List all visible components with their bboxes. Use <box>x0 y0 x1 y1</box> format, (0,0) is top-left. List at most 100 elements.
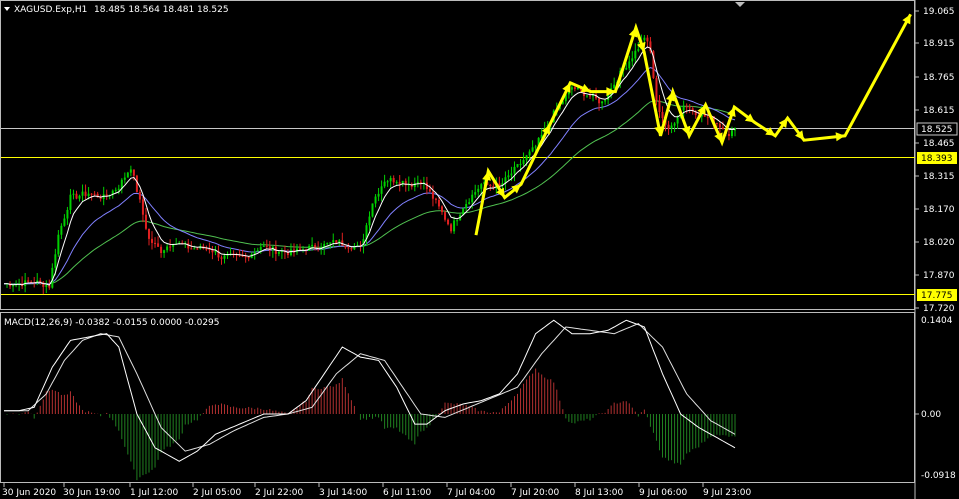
candle-body <box>416 181 419 184</box>
time-tick: 30 Jun 2020 <box>2 488 56 498</box>
price-tick: 18.020 <box>923 238 955 248</box>
candle-body <box>392 178 395 183</box>
projection-path <box>474 13 912 236</box>
time-tick: 2 Jul 22:00 <box>255 488 304 498</box>
candle-body <box>132 169 135 176</box>
candle-body <box>589 95 592 97</box>
time-tick: 6 Jul 11:00 <box>383 488 432 498</box>
candle-body <box>628 61 631 69</box>
candle-body <box>715 122 718 124</box>
candle-body <box>247 256 250 259</box>
macd-signal-line <box>4 323 736 452</box>
candle-body <box>105 194 108 196</box>
candle-body <box>631 58 634 62</box>
candle-body <box>637 49 640 51</box>
candle-body <box>468 202 471 205</box>
candle-body <box>658 100 661 112</box>
candle-body <box>187 243 190 249</box>
candle-body <box>510 173 513 176</box>
candle-body <box>431 191 434 199</box>
candle-body <box>730 130 733 137</box>
price-panel-frame <box>0 0 915 310</box>
candle-body <box>525 155 528 161</box>
candle-body <box>453 220 456 232</box>
candle-body <box>440 206 443 213</box>
time-tick: 7 Jul 20:00 <box>511 488 560 498</box>
candle-body <box>350 248 353 250</box>
candle-body <box>84 191 87 196</box>
candle-body <box>135 175 138 192</box>
candle-body <box>598 98 601 104</box>
fast-ma-line <box>3 46 736 286</box>
svg-text:18.525: 18.525 <box>921 125 953 135</box>
price-tick: 19.065 <box>923 7 955 17</box>
candle-body <box>144 214 147 229</box>
trading-chart: XAGUSD.Exp,H1 18.485 18.564 18.481 18.52… <box>0 0 958 499</box>
candle-body <box>386 181 389 183</box>
candle-body <box>262 245 265 247</box>
candle-body <box>75 193 78 199</box>
candle-body <box>147 228 150 239</box>
candle-body <box>69 194 72 210</box>
candle-body <box>193 248 196 250</box>
price-tick: 17.870 <box>923 271 955 281</box>
candle-body <box>220 257 223 259</box>
candle-body <box>214 251 217 253</box>
candle-body <box>513 166 516 174</box>
triangle-down-icon[interactable] <box>4 7 10 11</box>
candle-body <box>516 164 519 167</box>
candlestick-series <box>6 34 736 295</box>
candle-body <box>447 219 450 225</box>
candle-body <box>90 193 93 195</box>
price-tick: 18.465 <box>923 139 955 149</box>
time-tick: 7 Jul 04:00 <box>447 488 496 498</box>
time-tick: 9 Jul 06:00 <box>639 488 688 498</box>
candle-body <box>646 37 649 42</box>
candle-body <box>573 87 576 90</box>
candle-body <box>332 240 335 243</box>
candle-body <box>60 225 63 235</box>
candle-body <box>72 193 75 195</box>
candle-body <box>12 285 15 287</box>
macd-lines <box>4 319 736 462</box>
candle-body <box>256 250 259 252</box>
time-tick: 1 Jul 12:00 <box>130 488 179 498</box>
candle-body <box>673 123 676 126</box>
price-tick: 18.915 <box>923 39 955 49</box>
candle-body <box>480 184 483 189</box>
candle-body <box>368 216 371 226</box>
price-tick: 18.170 <box>923 205 955 215</box>
candle-body <box>172 244 175 247</box>
candle-body <box>66 209 69 219</box>
candle-body <box>477 188 480 193</box>
candle-body <box>27 280 30 282</box>
macd-axis: 0.1404 0.00 -0.0918 <box>915 316 956 481</box>
macd-label: MACD(12,26,9) -0.0382 -0.0155 0.0000 -0.… <box>4 318 220 328</box>
candle-body <box>419 181 422 184</box>
candle-body <box>685 106 688 108</box>
candle-body <box>259 246 262 251</box>
candle-body <box>706 116 709 118</box>
scroll-arrow-icon[interactable] <box>735 2 745 7</box>
candle-body <box>522 160 525 164</box>
price-tick: 18.615 <box>923 106 955 116</box>
forecast-projection-arrows <box>474 13 912 236</box>
candle-body <box>634 50 637 59</box>
candle-body <box>585 95 588 97</box>
candle-body <box>383 181 386 187</box>
svg-text:18.393: 18.393 <box>921 154 953 164</box>
candle-body <box>570 87 573 90</box>
mid-moving-average <box>3 67 736 285</box>
candle-body <box>437 199 440 207</box>
candle-body <box>450 224 453 232</box>
candle-body <box>166 246 169 251</box>
macd-tick: -0.0918 <box>921 471 956 481</box>
candle-body <box>398 182 401 185</box>
candle-body <box>718 123 721 128</box>
macd-histogram <box>3 368 736 481</box>
candle-body <box>54 254 57 268</box>
candle-body <box>138 191 141 200</box>
candle-body <box>114 189 117 191</box>
candle-body <box>205 248 208 250</box>
macd-tick: 0.00 <box>921 410 941 420</box>
